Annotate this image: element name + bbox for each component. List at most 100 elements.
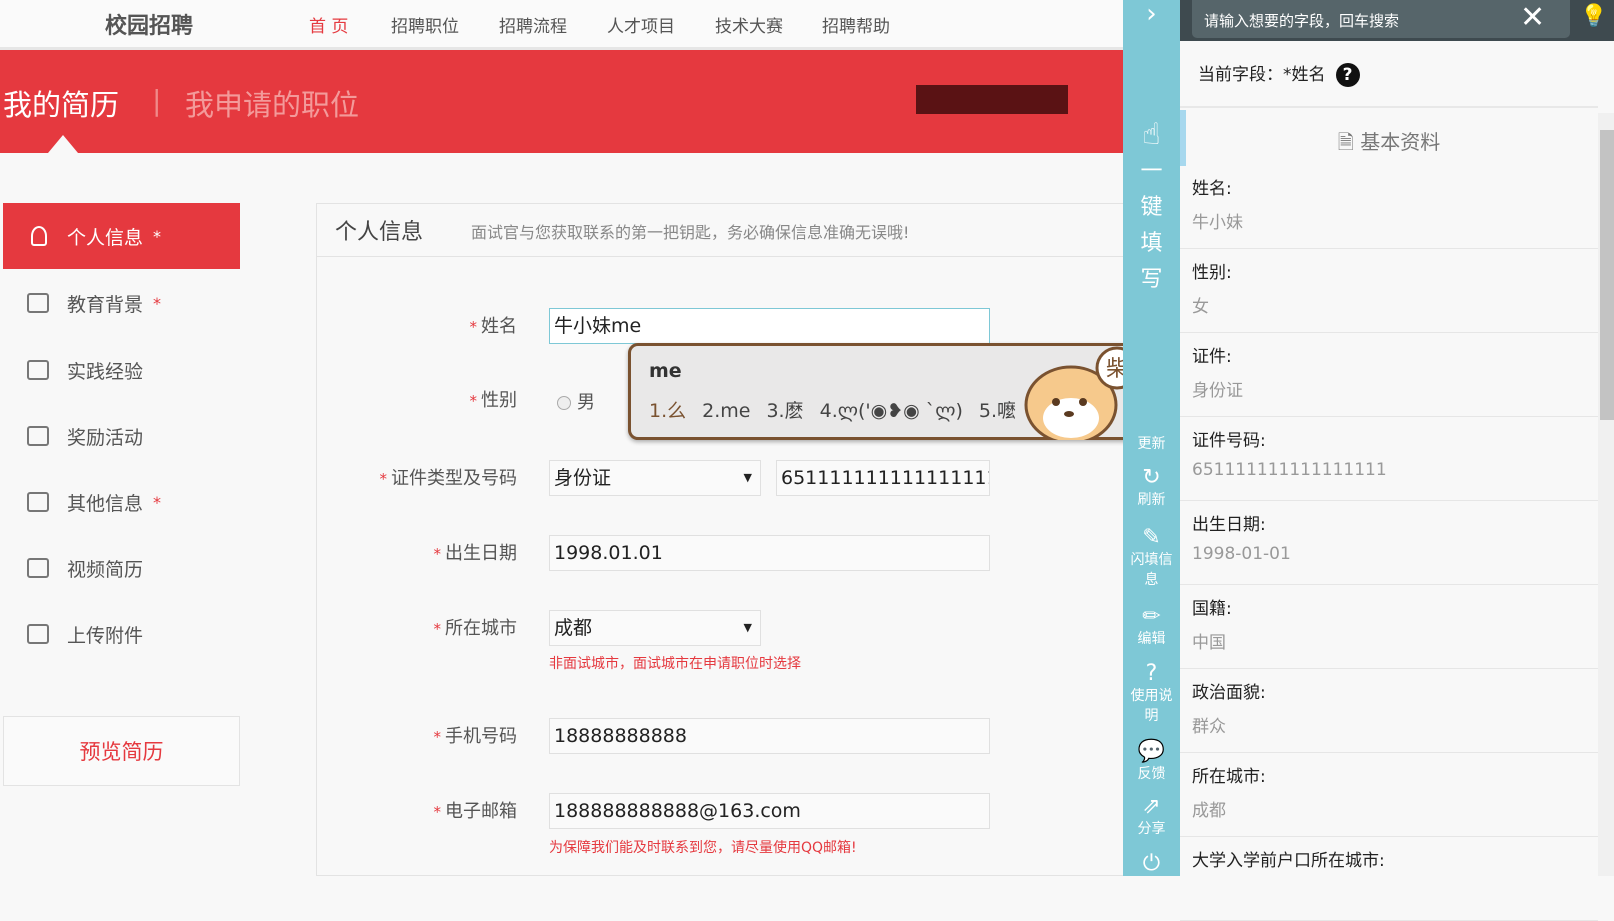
- chat-icon: 💬: [1137, 739, 1166, 764]
- one-click-fill-button[interactable]: ☝ 一 键 填 写: [1123, 116, 1180, 298]
- update-button[interactable]: 更新: [1123, 434, 1180, 454]
- field-label: 国籍:: [1192, 599, 1232, 619]
- name-input[interactable]: 牛小妹me: [549, 308, 990, 344]
- sidebar-item-other[interactable]: 其他信息 *: [3, 469, 240, 535]
- id-label: * 证件类型及号码: [379, 468, 518, 489]
- field-item[interactable]: 国籍: 中国: [1180, 584, 1598, 669]
- birth-label: * 出生日期: [433, 543, 518, 564]
- help-icon[interactable]: ?: [1335, 63, 1360, 87]
- document-icon: 🗎: [1337, 130, 1361, 154]
- list-icon: [27, 492, 49, 512]
- field-search-input[interactable]: 请输入想要的字段，回车搜索: [1192, 0, 1570, 38]
- site-logo[interactable]: 校园招聘: [105, 8, 193, 40]
- id-number-input[interactable]: 651111111111111111: [776, 460, 990, 496]
- sidebar-item-label: 其他信息: [67, 492, 144, 515]
- scrollbar-thumb[interactable]: [1600, 130, 1614, 420]
- sidebar-item-personal-info[interactable]: 个人信息 *: [3, 203, 240, 269]
- field-value: 651111111111111111: [1192, 460, 1387, 480]
- name-label: * 姓名: [469, 316, 518, 337]
- tab-separator: |: [152, 84, 162, 117]
- field-item[interactable]: 证件: 身份证: [1180, 332, 1598, 417]
- refresh-button[interactable]: ↻ 刷新: [1123, 466, 1180, 510]
- field-value: 身份证: [1192, 381, 1243, 401]
- nav-process[interactable]: 招聘流程: [499, 12, 567, 37]
- sidebar-item-label: 教育背景: [67, 293, 144, 316]
- banner: 我的简历 | 我申请的职位: [0, 50, 1123, 153]
- nav-contest[interactable]: 技术大赛: [715, 12, 783, 37]
- field-label: 大学入学前户口所在城市:: [1192, 851, 1385, 871]
- book-icon: [27, 293, 49, 313]
- sidebar-item-awards[interactable]: 奖励活动: [3, 403, 240, 469]
- help-button[interactable]: ? 使用说明: [1123, 662, 1180, 726]
- sidebar-item-video[interactable]: 视频简历: [3, 535, 240, 601]
- refresh-icon: ↻: [1142, 465, 1161, 490]
- sidebar-item-attachment[interactable]: 上传附件: [3, 601, 240, 667]
- preview-resume-button[interactable]: 预览简历: [3, 716, 240, 786]
- quick-fill-button[interactable]: ✎ 闪填信息: [1123, 526, 1180, 590]
- collapse-chevron-icon[interactable]: ›: [1123, 1, 1180, 27]
- field-label: 政治面貌:: [1192, 683, 1266, 703]
- section-basic-info[interactable]: 🗎 基本资料: [1180, 106, 1598, 166]
- redacted-block: [916, 85, 1068, 114]
- active-tab-indicator: [48, 135, 78, 153]
- field-value: 中国: [1192, 633, 1226, 653]
- field-item[interactable]: 出生日期: 1998-01-01: [1180, 500, 1598, 585]
- field-value: 牛小妹: [1192, 213, 1243, 233]
- ime-candidate[interactable]: 4.ლ('◉❥◉ `ლ): [820, 400, 963, 422]
- field-label: 出生日期:: [1192, 515, 1266, 535]
- nav-home[interactable]: 首 页: [309, 12, 348, 37]
- lightbulb-icon[interactable]: 💡: [1580, 4, 1607, 29]
- feedback-button[interactable]: 💬 反馈: [1123, 740, 1180, 784]
- id-type-select[interactable]: 身份证: [549, 460, 761, 496]
- gender-label: * 性别: [469, 390, 518, 411]
- sidebar-item-label: 奖励活动: [67, 426, 144, 449]
- city-hint: 非面试城市，面试城市在申请职位时选择: [549, 656, 801, 672]
- ime-candidate[interactable]: 3.麽: [766, 400, 803, 422]
- video-icon: [27, 558, 49, 578]
- share-icon: ⇗: [1142, 794, 1161, 819]
- email-label: * 电子邮箱: [433, 801, 518, 822]
- gender-male-radio[interactable]: 男: [557, 388, 595, 414]
- ime-candidate[interactable]: 5.嚒: [979, 400, 1016, 422]
- tab-my-resume[interactable]: 我的简历: [3, 82, 119, 124]
- field-item[interactable]: 政治面貌: 群众: [1180, 668, 1598, 753]
- field-item[interactable]: 姓名: 牛小妹: [1180, 164, 1598, 249]
- top-navigation: 校园招聘 首 页 招聘职位 招聘流程 人才项目 技术大赛 招聘帮助: [0, 0, 1123, 50]
- email-input[interactable]: 188888888888@163.com: [549, 793, 990, 829]
- ime-candidate[interactable]: 1.么: [649, 400, 686, 422]
- sidebar-item-education[interactable]: 教育背景 *: [3, 270, 240, 336]
- ime-candidate-popup: me 1.么2.me3.麽4.ლ('◉❥◉ `ლ)5.嚒◀▶▾ 柴: [628, 343, 1159, 440]
- sidebar-item-label: 实践经验: [67, 360, 144, 383]
- close-icon[interactable]: ✕: [1520, 2, 1545, 34]
- nav-jobs[interactable]: 招聘职位: [391, 12, 459, 37]
- current-field: 当前字段：*姓名?: [1198, 60, 1360, 87]
- ime-candidate[interactable]: 2.me: [702, 400, 750, 422]
- field-item[interactable]: 证件号码: 651111111111111111: [1180, 416, 1598, 501]
- field-item[interactable]: 性别: 女: [1180, 248, 1598, 333]
- form-title: 个人信息: [335, 220, 424, 245]
- field-panel: 请输入想要的字段，回车搜索 ✕ 💡 当前字段：*姓名? 🗎 基本资料 姓名: 牛小…: [1180, 0, 1614, 921]
- field-label: 所在城市:: [1192, 767, 1266, 787]
- pencil-icon: ✏: [1142, 604, 1161, 629]
- hand-pointer-icon: ☝: [1142, 117, 1161, 152]
- birth-date-input[interactable]: 1998.01.01: [549, 535, 990, 571]
- power-icon[interactable]: ⏻: [1123, 852, 1180, 876]
- sidebar-item-label: 上传附件: [67, 624, 144, 647]
- nav-talent[interactable]: 人才项目: [607, 12, 675, 37]
- field-item[interactable]: 大学入学前户口所在城市:: [1180, 836, 1598, 921]
- edit-button[interactable]: ✏ 编辑: [1123, 605, 1180, 649]
- nav-help[interactable]: 招聘帮助: [822, 12, 890, 37]
- share-button[interactable]: ⇗ 分享: [1123, 795, 1180, 839]
- city-select[interactable]: 成都: [549, 610, 761, 646]
- phone-input[interactable]: 18888888888: [549, 718, 990, 754]
- field-item[interactable]: 所在城市: 成都: [1180, 752, 1598, 837]
- email-hint: 为保障我们能及时联系到您，请尽量使用QQ邮箱!: [549, 840, 857, 856]
- sidebar-item-label: 视频简历: [67, 558, 144, 581]
- tab-my-applications[interactable]: 我申请的职位: [185, 82, 359, 124]
- field-label: 性别:: [1192, 263, 1232, 283]
- attachment-icon: [27, 624, 49, 644]
- sidebar-item-experience[interactable]: 实践经验: [3, 337, 240, 403]
- field-value: 成都: [1192, 801, 1226, 821]
- ime-composition: me: [649, 360, 682, 382]
- phone-label: * 手机号码: [433, 726, 518, 747]
